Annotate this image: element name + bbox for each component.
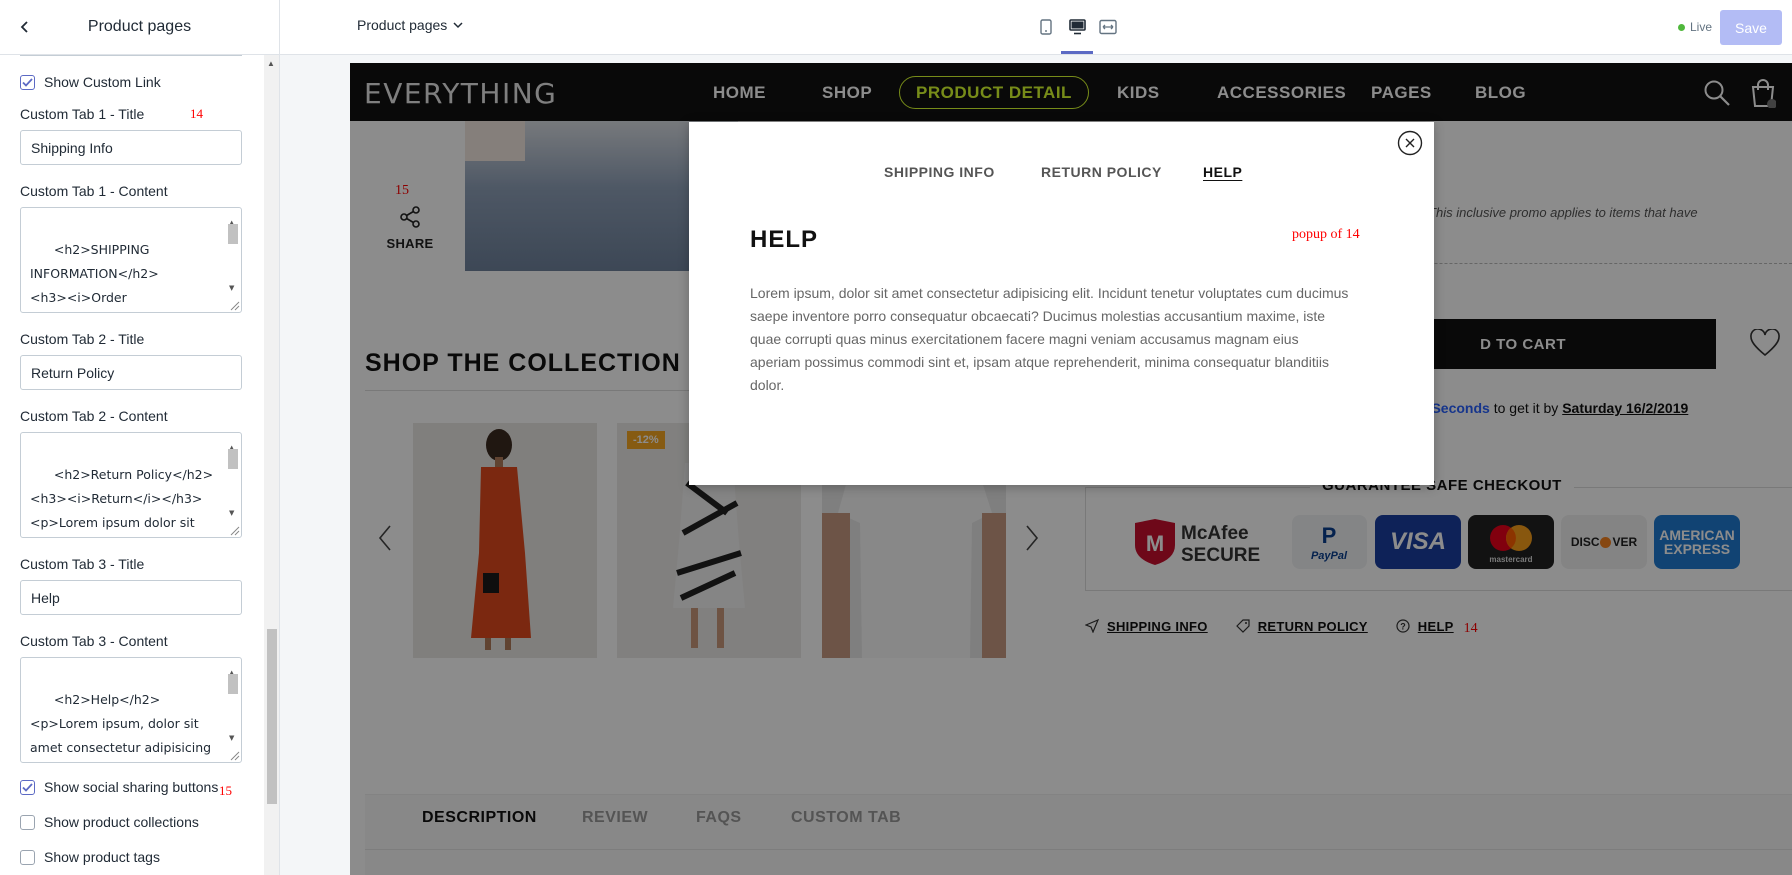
resize-grip-icon[interactable] xyxy=(228,524,240,536)
mobile-icon xyxy=(1040,19,1052,35)
mobile-view-button[interactable] xyxy=(1031,14,1061,40)
cut-off-field xyxy=(20,55,242,56)
popup-heading: HELP xyxy=(750,226,819,253)
show-product-collections-label: Show product collections xyxy=(44,814,199,830)
resize-grip-icon[interactable] xyxy=(228,749,240,761)
sidebar-scrollbar[interactable]: ▲ xyxy=(264,55,279,875)
help-popup-modal: SHIPPING INFO RETURN POLICY HELP popup o… xyxy=(689,122,1434,485)
show-product-collections-checkbox[interactable]: Show product collections xyxy=(20,812,244,832)
show-social-sharing-label: Show social sharing buttons xyxy=(44,779,219,795)
live-status-label: Live xyxy=(1690,20,1713,34)
checkbox-unchecked-icon xyxy=(20,849,35,865)
tab1-title-input[interactable]: Shipping Info xyxy=(20,130,242,165)
tab3-content-textarea[interactable]: <h2>Help</h2> <p>Lorem ipsum, dolor sit … xyxy=(20,657,242,763)
fullwidth-view-button[interactable] xyxy=(1093,14,1123,40)
page-type-select[interactable]: Product pages xyxy=(357,17,463,33)
annotation-14: 14 xyxy=(190,106,203,121)
resize-grip-icon[interactable] xyxy=(228,299,240,311)
close-icon[interactable] xyxy=(1397,130,1423,156)
sidebar-scroll-thumb[interactable] xyxy=(267,629,277,804)
live-status-badge: Live xyxy=(1678,20,1712,34)
tab1-title-label: Custom Tab 1 - Title 14 xyxy=(20,106,203,122)
textarea-scrollbar[interactable]: ▲ ▼ xyxy=(226,435,239,523)
show-social-sharing-checkbox[interactable]: Show social sharing buttons 15 xyxy=(20,777,244,798)
fullwidth-icon xyxy=(1099,19,1117,35)
textarea-scrollbar[interactable]: ▲ ▼ xyxy=(226,210,239,298)
back-button[interactable] xyxy=(12,14,38,40)
page-select-label: Product pages xyxy=(357,17,448,33)
active-device-indicator xyxy=(1061,51,1093,54)
popup-tab-return-policy[interactable]: RETURN POLICY xyxy=(1041,164,1162,180)
popup-annotation: popup of 14 xyxy=(1292,227,1360,242)
popup-body-text: Lorem ipsum, dolor sit amet consectetur … xyxy=(750,285,1349,393)
tab3-title-label: Custom Tab 3 - Title xyxy=(20,556,145,572)
tab2-title-label: Custom Tab 2 - Title xyxy=(20,331,145,347)
annotation-15: 15 xyxy=(219,783,232,798)
show-custom-link-label: Show Custom Link xyxy=(44,74,161,90)
sidebar-header: Product pages xyxy=(0,0,279,55)
checkbox-checked-icon xyxy=(20,779,35,795)
popup-tab-shipping-info[interactable]: SHIPPING INFO xyxy=(884,164,995,180)
popup-tab-help[interactable]: HELP xyxy=(1203,164,1242,180)
live-dot-icon xyxy=(1678,23,1685,31)
tab2-title-input[interactable]: Return Policy xyxy=(20,355,242,390)
chevron-down-icon xyxy=(453,21,463,28)
tab3-content-label: Custom Tab 3 - Content xyxy=(20,633,168,649)
desktop-view-button[interactable] xyxy=(1062,14,1092,40)
desktop-icon xyxy=(1068,19,1086,35)
tab2-content-textarea[interactable]: <h2>Return Policy</h2> <h3><i>Return</i>… xyxy=(20,432,242,538)
tab2-content-label: Custom Tab 2 - Content xyxy=(20,408,168,424)
textarea-scrollbar[interactable]: ▲ ▼ xyxy=(226,660,239,748)
show-product-tags-label: Show product tags xyxy=(44,849,160,865)
chevron-left-icon xyxy=(20,21,28,33)
scroll-up-arrow-icon[interactable]: ▲ xyxy=(267,59,275,68)
sidebar-settings-list[interactable]: Show Custom Link Custom Tab 1 - Title 14… xyxy=(0,55,264,875)
checkbox-checked-icon xyxy=(20,74,35,90)
sidebar-title: Product pages xyxy=(87,18,192,35)
editor-topbar: Product pages Live Save xyxy=(280,0,1792,55)
show-product-tags-checkbox[interactable]: Show product tags xyxy=(20,847,244,867)
tab1-content-textarea[interactable]: <h2>SHIPPING INFORMATION</h2> <h3><i>Ord… xyxy=(20,207,242,313)
show-custom-link-checkbox[interactable]: Show Custom Link xyxy=(20,72,244,92)
tab1-content-label: Custom Tab 1 - Content xyxy=(20,183,168,199)
checkbox-unchecked-icon xyxy=(20,814,35,830)
tab3-title-input[interactable]: Help xyxy=(20,580,242,615)
save-button[interactable]: Save xyxy=(1720,10,1782,45)
settings-sidebar: Product pages Show Custom Link Custom Ta… xyxy=(0,0,280,875)
